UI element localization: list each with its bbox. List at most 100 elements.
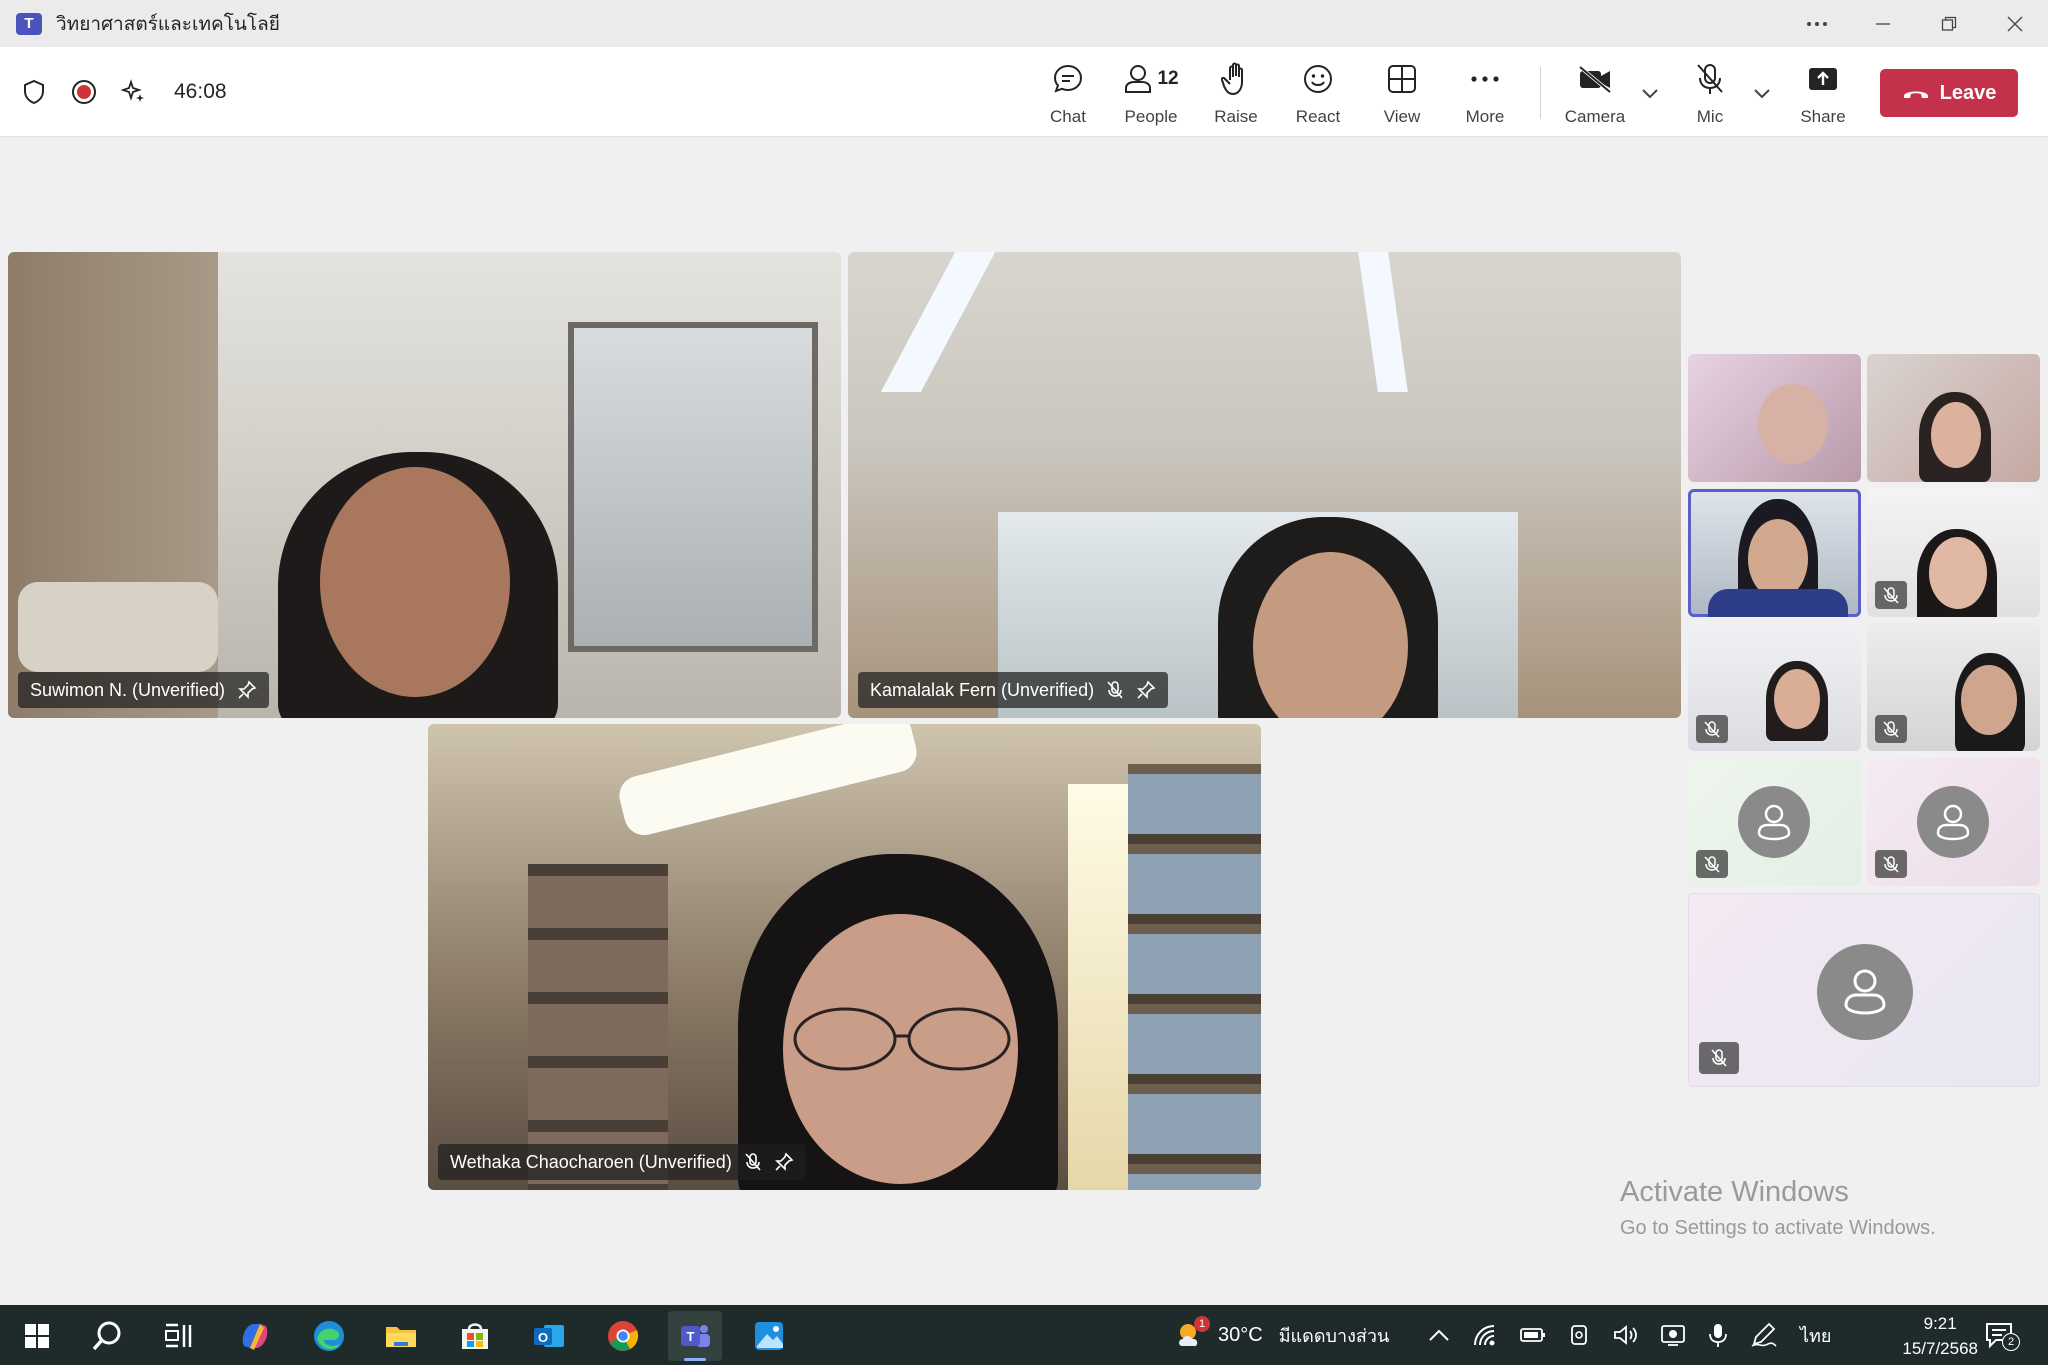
mic-off-icon [1883,587,1899,604]
language-indicator[interactable]: ไทย [1800,1321,1831,1350]
mic-off-icon [1704,721,1720,738]
mic-options-chevron-icon[interactable] [1754,89,1770,99]
restore-button[interactable] [1916,0,1982,47]
pin-icon[interactable] [237,680,257,700]
participant-tile-no-video[interactable] [1688,893,2040,1087]
window-view [568,322,818,652]
clock[interactable]: 9:21 15/7/2568 [1902,1311,1978,1361]
close-icon [2007,16,2023,31]
toolbar-divider [1540,67,1541,119]
svg-text:O: O [538,1330,548,1345]
grid-view-icon [1388,65,1416,93]
outlook-app[interactable]: O [522,1311,576,1361]
ceiling-light [615,724,921,840]
participant-tile[interactable] [1867,354,2040,482]
notification-center[interactable]: 2 [1984,1305,2020,1365]
video-tile-suwimon[interactable]: Suwimon N. (Unverified) [8,252,841,718]
minimize-button[interactable] [1850,0,1916,47]
person-face [320,467,510,697]
more-button[interactable]: More [1462,61,1508,127]
screen-capture-icon[interactable] [1660,1323,1686,1347]
microsoft-store-app[interactable] [448,1311,502,1361]
outlook-icon: O [534,1325,564,1347]
participant-tile[interactable] [1867,489,2040,617]
chevron-up-icon[interactable] [1428,1328,1450,1342]
meeting-info: 46:08 [20,47,227,137]
avatar [1817,944,1913,1040]
participant-tile-no-video[interactable] [1867,758,2040,886]
svg-text:T: T [687,1329,695,1344]
microphone-icon[interactable] [1708,1322,1728,1348]
more-icon [1471,76,1499,82]
people-button[interactable]: 12 People [1124,61,1179,127]
ellipsis-icon [1807,21,1827,26]
mic-off-icon [1711,1049,1727,1067]
camera-options-chevron-icon[interactable] [1642,89,1658,99]
participant-tile[interactable] [1867,623,2040,751]
raise-hand-button[interactable]: Raise [1214,61,1258,127]
mute-badge [1875,715,1907,743]
chat-icon [1053,64,1083,93]
mute-badge [1699,1042,1739,1074]
network-icon[interactable] [1472,1323,1498,1347]
pin-icon[interactable] [774,1152,794,1172]
close-button[interactable] [1982,0,2048,47]
video-tile-kamalalak[interactable]: Kamalalak Fern (Unverified) [848,252,1681,718]
recording-icon[interactable] [70,78,98,106]
participant-tile-no-video[interactable] [1688,758,1861,886]
person-icon [1757,804,1791,841]
battery-icon[interactable] [1520,1327,1546,1343]
mic-off-icon [1883,856,1899,873]
shield-icon[interactable] [20,78,48,106]
react-button[interactable]: React [1296,61,1340,127]
weather-temp: 30°C [1218,1323,1263,1346]
device-icon[interactable] [1568,1323,1590,1347]
bookshelf [1128,764,1261,1190]
photos-app[interactable] [742,1311,796,1361]
pen-icon[interactable] [1750,1322,1778,1348]
bookshelf [528,864,668,1190]
weather-widget[interactable]: 1 30°C มีแดดบางส่วน [1174,1305,1389,1365]
chat-button[interactable]: Chat [1048,61,1088,127]
share-screen-icon [1809,68,1837,90]
person-icon [1936,804,1970,841]
camera-button[interactable]: Camera [1564,61,1626,127]
pin-icon[interactable] [1136,680,1156,700]
mic-off-icon [1883,721,1899,738]
task-view-icon [165,1323,192,1348]
edge-app[interactable] [302,1311,356,1361]
file-explorer-app[interactable] [374,1311,428,1361]
person-icon [1844,969,1886,1015]
sparkle-icon[interactable] [120,78,148,106]
meeting-toolbar: 46:08 Chat 12 People Raise React View Mo… [0,47,2048,137]
person-face [1931,402,1981,468]
system-tray: ไทย [1428,1305,1831,1365]
mute-badge [1875,581,1907,609]
photos-icon [755,1322,783,1350]
share-button[interactable]: Share [1800,61,1846,127]
teams-app[interactable]: T [668,1311,722,1361]
chrome-app[interactable] [596,1311,650,1361]
mic-off-icon [1704,856,1720,873]
mic-button[interactable]: Mic [1690,61,1730,127]
task-view-button[interactable] [152,1311,206,1361]
video-tile-wethaka[interactable]: Wethaka Chaocharoen (Unverified) [428,724,1261,1190]
speaker-icon[interactable] [1612,1323,1638,1347]
glasses-icon [793,1007,1011,1071]
participant-tile[interactable] [1688,354,1861,482]
leave-button[interactable]: Leave [1880,69,2018,117]
search-button[interactable] [80,1311,134,1361]
people-count: 12 [1157,68,1179,89]
clock-time: 9:21 [1923,1314,1957,1333]
nameplate: Suwimon N. (Unverified) [18,672,270,708]
copilot-app[interactable] [228,1311,282,1361]
participant-tile-active[interactable] [1688,489,1861,617]
ceiling-light [880,252,996,392]
view-button[interactable]: View [1380,61,1424,127]
people-icon [1125,65,1152,93]
teams-app-icon: T [16,12,42,35]
start-button[interactable] [10,1311,64,1361]
participant-tile[interactable] [1688,623,1861,751]
window-more-button[interactable] [1784,0,1850,47]
hang-up-icon [1903,91,1928,98]
